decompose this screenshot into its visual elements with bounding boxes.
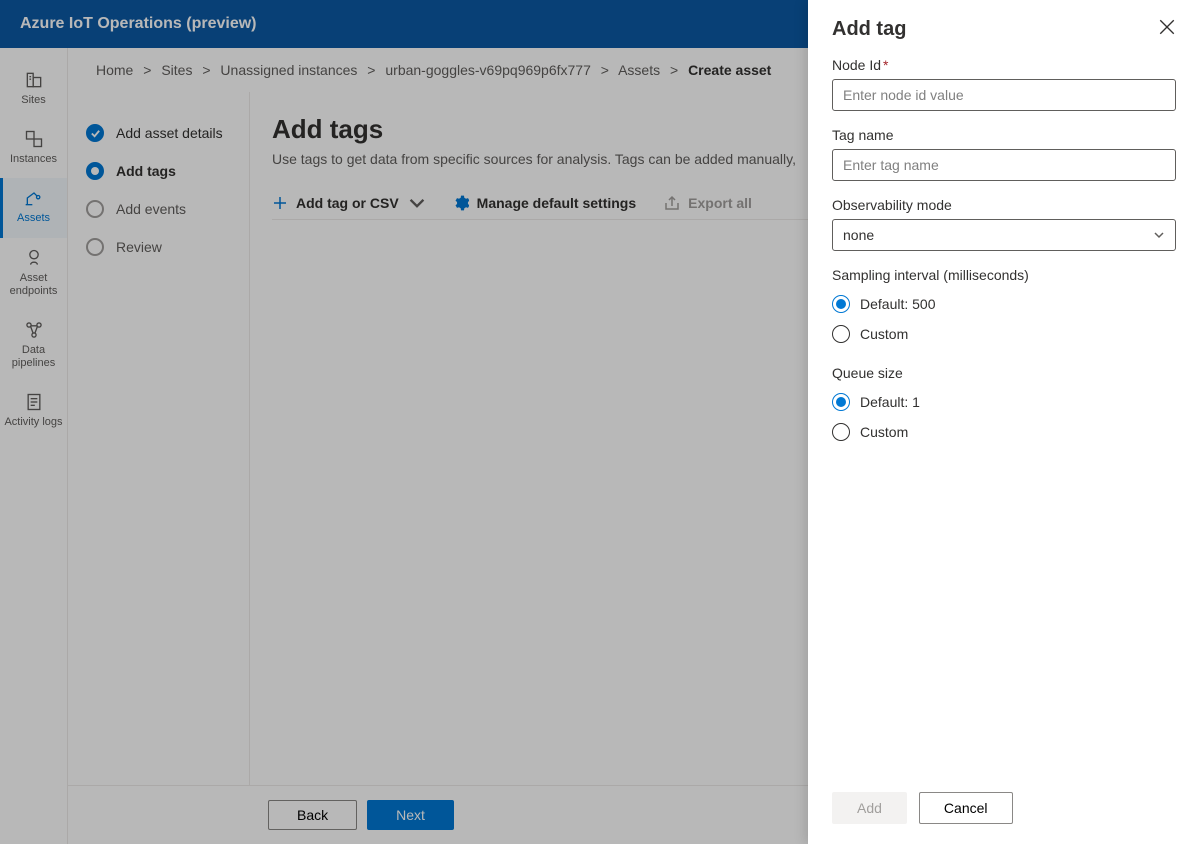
observability-mode-label: Observability mode xyxy=(832,197,1176,213)
queue-size-label: Queue size xyxy=(832,365,1176,381)
tag-name-label: Tag name xyxy=(832,127,1176,143)
queue-custom-radio[interactable]: Custom xyxy=(832,417,1176,447)
sampling-custom-radio[interactable]: Custom xyxy=(832,319,1176,349)
sampling-default-radio[interactable]: Default: 500 xyxy=(832,289,1176,319)
required-indicator: * xyxy=(883,57,888,73)
cancel-button[interactable]: Cancel xyxy=(919,792,1013,824)
radio-label: Custom xyxy=(860,424,908,440)
radio-icon xyxy=(832,423,850,441)
radio-label: Default: 500 xyxy=(860,296,936,312)
close-icon[interactable] xyxy=(1158,18,1176,36)
sampling-interval-label: Sampling interval (milliseconds) xyxy=(832,267,1176,283)
tag-name-input[interactable] xyxy=(832,149,1176,181)
observability-mode-select[interactable]: none xyxy=(832,219,1176,251)
add-tag-panel: Add tag Node Id* Tag name Observability … xyxy=(808,0,1200,844)
radio-label: Default: 1 xyxy=(860,394,920,410)
radio-label: Custom xyxy=(860,326,908,342)
radio-icon xyxy=(832,325,850,343)
queue-default-radio[interactable]: Default: 1 xyxy=(832,387,1176,417)
select-value: none xyxy=(843,227,874,243)
radio-icon xyxy=(832,393,850,411)
chevron-down-icon xyxy=(1153,229,1165,241)
node-id-label: Node Id* xyxy=(832,57,1176,73)
node-id-input[interactable] xyxy=(832,79,1176,111)
radio-icon xyxy=(832,295,850,313)
add-button: Add xyxy=(832,792,907,824)
panel-title: Add tag xyxy=(832,18,906,41)
